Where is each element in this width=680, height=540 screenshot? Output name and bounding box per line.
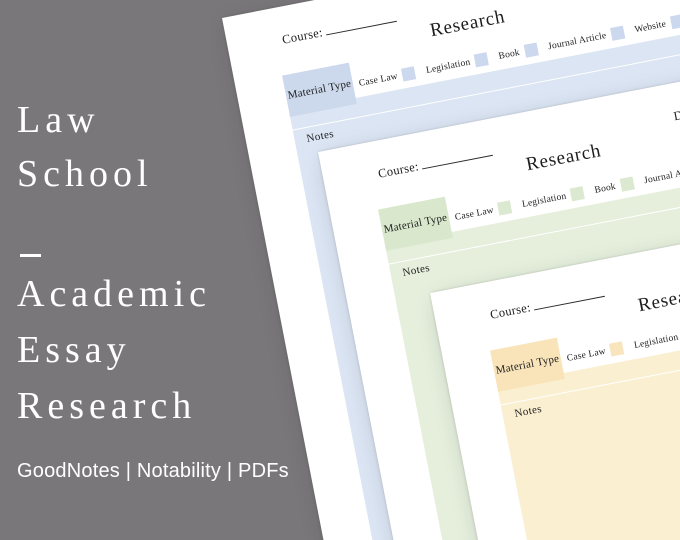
- product-title: Law School: [17, 93, 153, 201]
- date-field: Date:: [672, 90, 680, 124]
- checkbox-icon: [619, 176, 635, 192]
- material-option-label: Case Law: [454, 205, 495, 223]
- material-option-label: Case Law: [566, 346, 607, 364]
- material-option-label: Website: [633, 18, 667, 35]
- product-subtitle-line: Essay: [17, 329, 131, 371]
- material-option-label: Legislation: [425, 57, 472, 76]
- supported-formats-text: GoodNotes | Notability | PDFs: [17, 460, 289, 482]
- checkbox-icon: [497, 200, 513, 216]
- material-option-label: Journal Article: [643, 164, 680, 186]
- checkbox-icon: [609, 25, 626, 41]
- material-option-label: Book: [497, 47, 521, 62]
- checkbox-icon: [523, 42, 539, 58]
- date-label: Date:: [672, 104, 680, 124]
- material-option: Case Law: [454, 200, 513, 224]
- divider-line: [20, 254, 41, 257]
- checkbox-icon: [669, 14, 680, 30]
- material-option-label: Legislation: [633, 332, 680, 351]
- material-option: Case Law: [358, 66, 417, 90]
- product-title-line: School: [17, 153, 153, 195]
- product-title-line: Law: [17, 99, 100, 141]
- material-option: Book: [593, 176, 635, 197]
- checkbox-icon: [569, 186, 586, 202]
- material-option-label: Legislation: [521, 191, 568, 210]
- material-option-label: Book: [593, 181, 617, 196]
- notes-label: Notes: [513, 402, 543, 420]
- checkbox-icon: [401, 66, 417, 82]
- product-subtitle-line: Academic: [17, 273, 212, 315]
- material-option: Journal Article: [643, 160, 680, 187]
- checkbox-icon: [609, 341, 625, 357]
- material-option-label: Journal Article: [547, 30, 608, 52]
- notes-label: Notes: [305, 127, 335, 145]
- material-option-label: Case Law: [358, 71, 399, 89]
- material-option: Case Law: [566, 341, 625, 365]
- checkbox-icon: [473, 52, 490, 68]
- product-subtitle: Academic Essay Research: [17, 266, 211, 434]
- material-option: Book: [497, 42, 539, 63]
- notes-label: Notes: [401, 261, 431, 279]
- material-option: Legislation: [633, 327, 680, 352]
- product-listing-image: Law School Academic Essay Research GoodN…: [0, 0, 680, 540]
- product-subtitle-line: Research: [17, 385, 197, 427]
- material-option: Website: [634, 14, 680, 36]
